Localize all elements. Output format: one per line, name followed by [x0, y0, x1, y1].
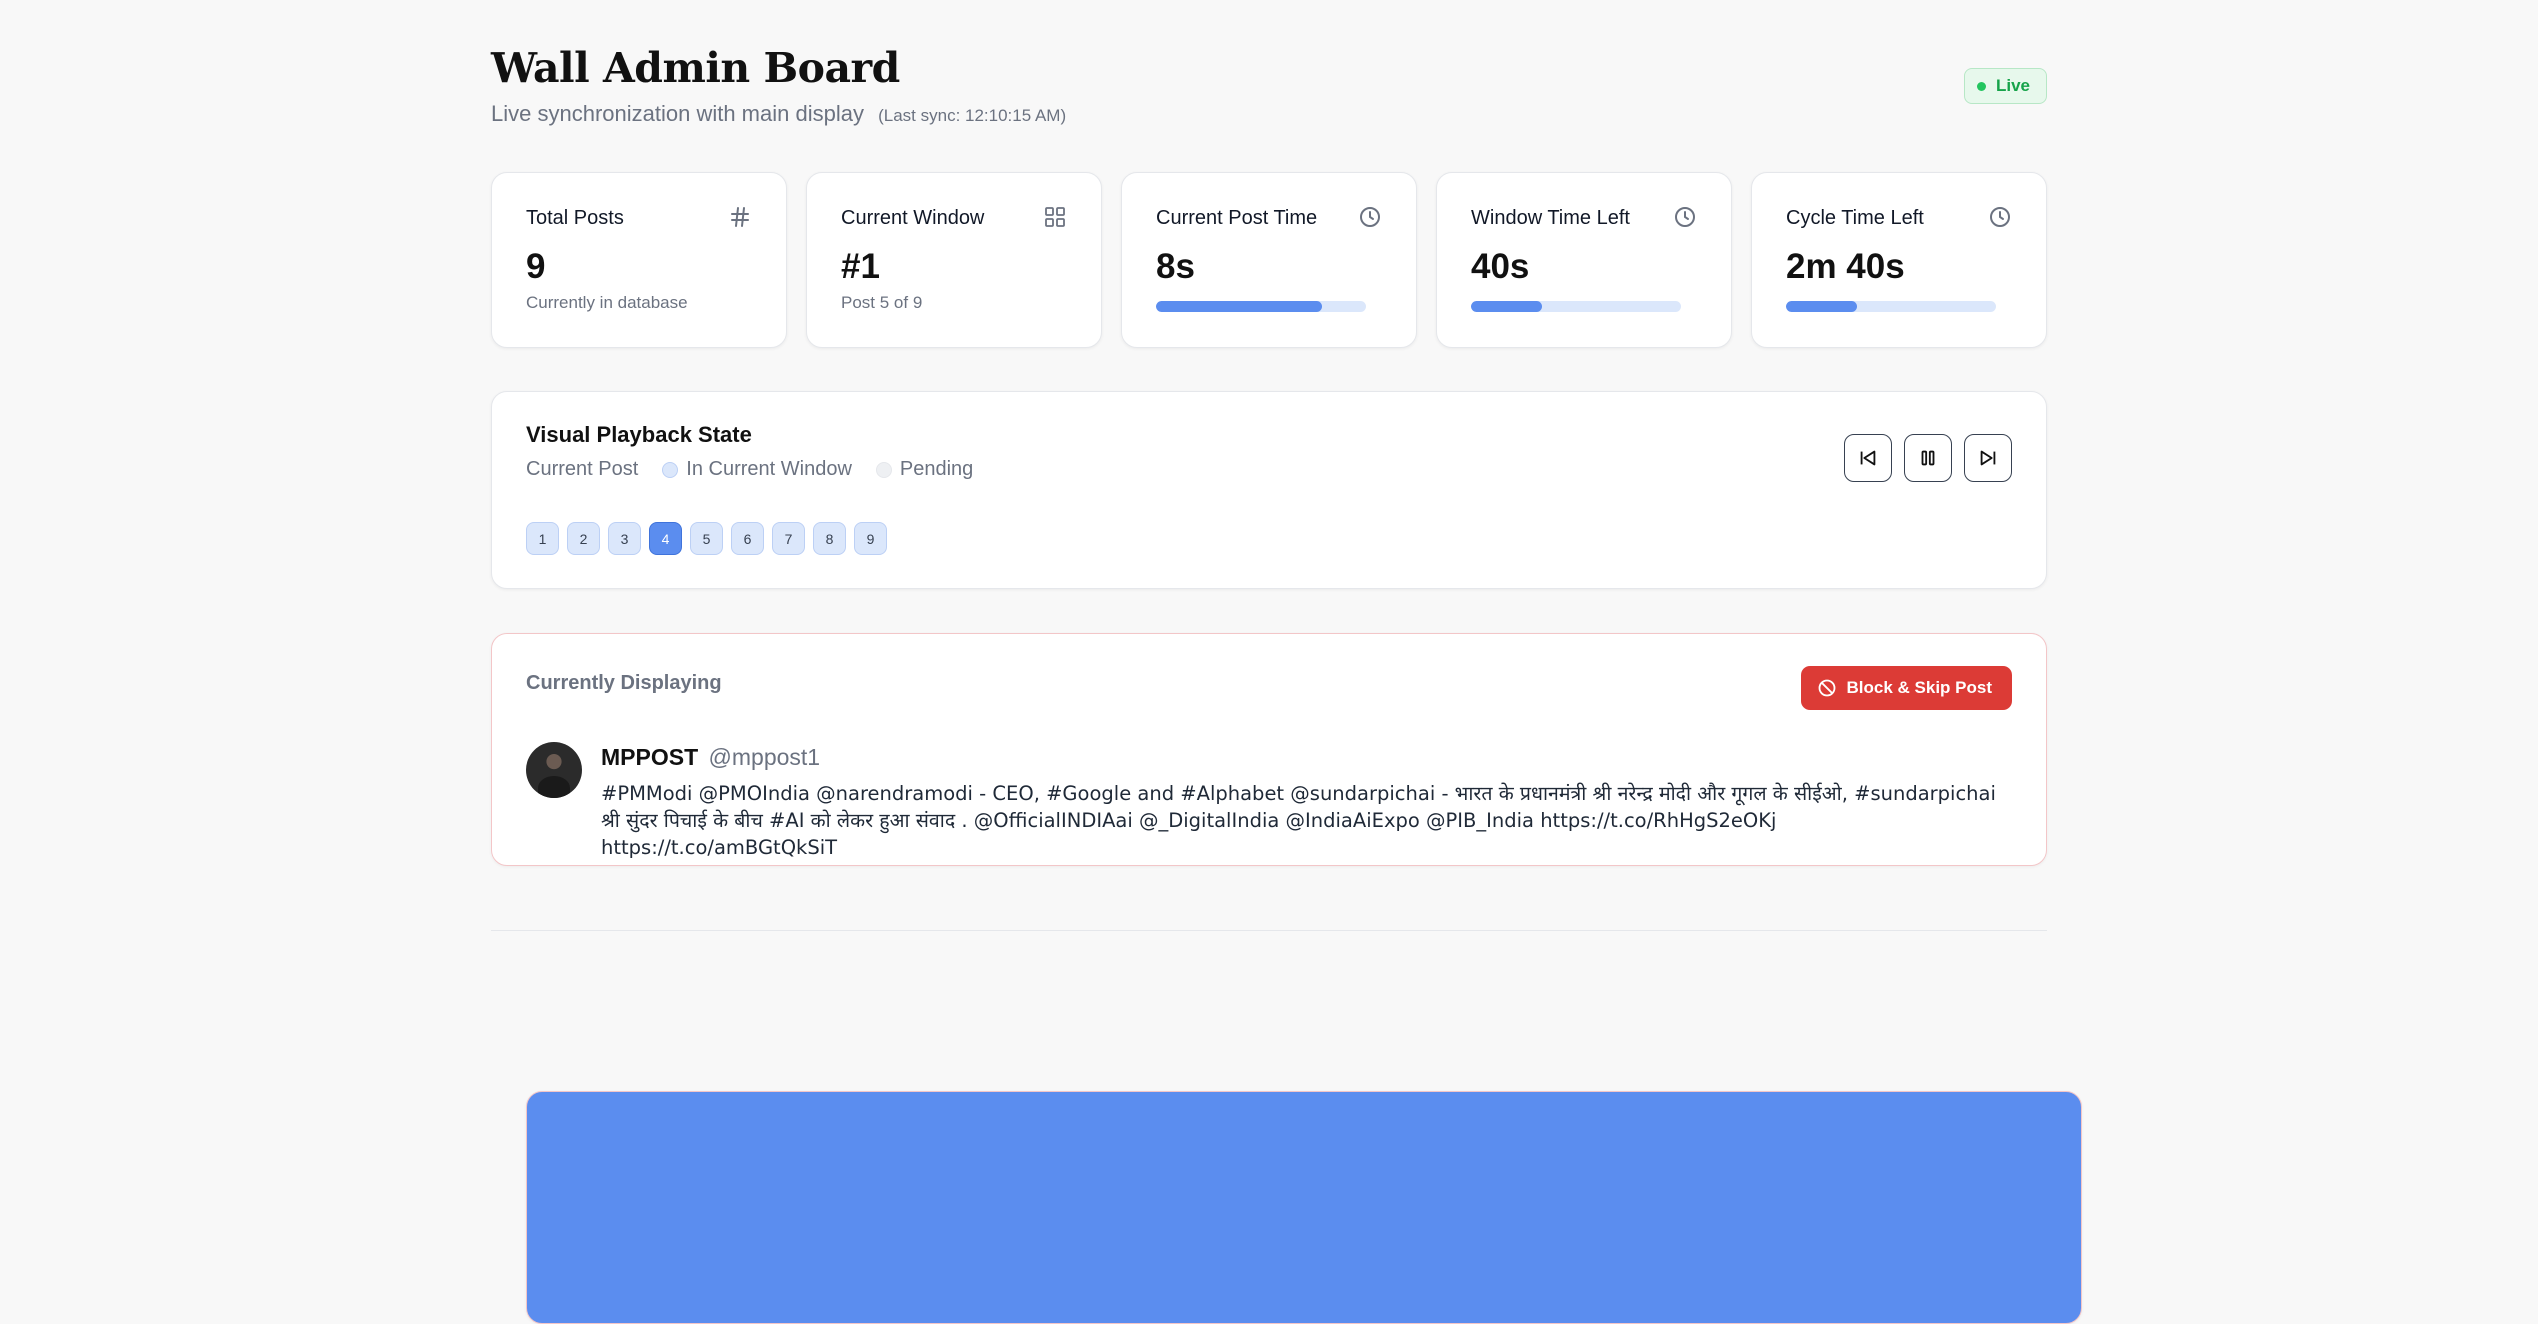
- window-dot-icon: [662, 461, 679, 478]
- admin-page: Wall Admin Board Live synchronization wi…: [491, 0, 2082, 1324]
- post-chip-7[interactable]: 7: [772, 522, 805, 555]
- playback-legend: Current Post In Current Window Pending: [526, 458, 2082, 1324]
- last-sync-text: (Last sync: 12:10:15 AM): [878, 106, 1067, 125]
- playback-controls: [1844, 434, 2012, 482]
- stat-subtext: Currently in database: [526, 293, 688, 312]
- playback-title: Visual Playback State: [526, 422, 752, 447]
- post-text: #PMModi @PMOIndia @narendramodi - CEO, #…: [601, 782, 1996, 859]
- pending-dot-icon: [875, 461, 892, 478]
- header: Wall Admin Board Live synchronization wi…: [491, 0, 2047, 172]
- stat-label: Window Time Left: [1471, 207, 1630, 229]
- avatar: [526, 742, 582, 798]
- block-icon: [1818, 679, 1835, 697]
- pause-button[interactable]: [1904, 434, 1952, 482]
- hash-icon: [731, 207, 749, 227]
- legend-current-post: Current Post: [526, 458, 2082, 1324]
- post-chip-5[interactable]: 5: [690, 522, 723, 555]
- post-chip-1[interactable]: 1: [526, 522, 559, 555]
- skip-forward-icon: [1980, 450, 1996, 466]
- stat-value: 2m 40s: [1786, 247, 1905, 286]
- legend-label: Pending: [899, 458, 974, 480]
- stat-label: Cycle Time Left: [1786, 207, 1924, 229]
- stat-card-total-posts: Total Posts 9 Currently in database: [491, 172, 787, 348]
- block-skip-button[interactable]: Block & Skip Post: [1800, 666, 2012, 710]
- divider: [491, 930, 2047, 931]
- currently-displaying-label: Currently Displaying: [526, 672, 722, 694]
- window-time-progress: [1471, 301, 1681, 312]
- legend-label: Current Post: [526, 458, 639, 480]
- clock-icon: [1360, 207, 1380, 227]
- stat-label: Current Post Time: [1156, 207, 1318, 229]
- post-chip-3[interactable]: 3: [608, 522, 641, 555]
- stat-value: 9: [526, 247, 546, 286]
- next-button[interactable]: [1964, 434, 2012, 482]
- author-handle: @mppost1: [708, 744, 821, 770]
- stat-value: 8s: [1156, 247, 1195, 286]
- post-chip-2[interactable]: 2: [567, 522, 600, 555]
- author-name: MPPOST: [601, 744, 699, 770]
- legend-label: In Current Window: [686, 458, 852, 480]
- progress-fill: [1786, 301, 1858, 312]
- clock-icon: [1990, 207, 2010, 227]
- cycle-time-progress: [1786, 301, 1996, 312]
- current-dot-icon: [526, 1091, 2082, 1324]
- post-chip-8[interactable]: 8: [813, 522, 846, 555]
- stat-label: Total Posts: [526, 207, 624, 229]
- block-skip-label: Block & Skip Post: [1846, 678, 1992, 697]
- live-label: Live: [1995, 76, 2030, 95]
- stat-subtext: Post 5 of 9: [841, 293, 923, 312]
- post-chips: 123456789: [526, 522, 887, 555]
- currently-displaying-panel: Currently Displaying Block & Skip Post M…: [491, 633, 2047, 866]
- pause-icon: [1921, 450, 1935, 466]
- post-author: MPPOST @mppost1: [601, 744, 820, 771]
- stat-card-current-post-time: Current Post Time 8s: [1121, 172, 1417, 348]
- grid-icon: [1045, 207, 1065, 227]
- playback-panel: Visual Playback State Current Post In Cu…: [491, 391, 2082, 1324]
- post-chip-9[interactable]: 9: [854, 522, 887, 555]
- clock-icon: [1675, 207, 1695, 227]
- legend-in-window: In Current Window: [662, 458, 852, 481]
- skip-back-icon: [1860, 450, 1876, 466]
- stat-label: Current Window: [841, 207, 985, 229]
- legend-pending: Pending: [875, 458, 974, 481]
- post-chip-6[interactable]: 6: [731, 522, 764, 555]
- post-time-progress: [1156, 301, 1366, 312]
- live-status-badge: Live: [1963, 68, 2047, 104]
- stat-value: 40s: [1471, 247, 1530, 286]
- page-subtitle: Live synchronization with main display (…: [491, 101, 1066, 127]
- stat-value: #1: [841, 247, 880, 286]
- progress-fill: [1156, 301, 1322, 312]
- progress-fill: [1471, 301, 1543, 312]
- page-title: Wall Admin Board: [491, 44, 900, 92]
- post-chip-4[interactable]: 4: [649, 522, 682, 555]
- previous-button[interactable]: [1844, 434, 1892, 482]
- live-dot-icon: [1976, 81, 1986, 91]
- stat-card-cycle-time-left: Cycle Time Left 2m 40s: [1751, 172, 2047, 348]
- subtitle-text: Live synchronization with main display: [491, 101, 864, 126]
- stats-row: Total Posts 9 Currently in database Curr…: [491, 172, 2047, 348]
- stat-card-window-time-left: Window Time Left 40s: [1436, 172, 1732, 348]
- stat-card-current-window: Current Window #1 Post 5 of 9: [806, 172, 1102, 348]
